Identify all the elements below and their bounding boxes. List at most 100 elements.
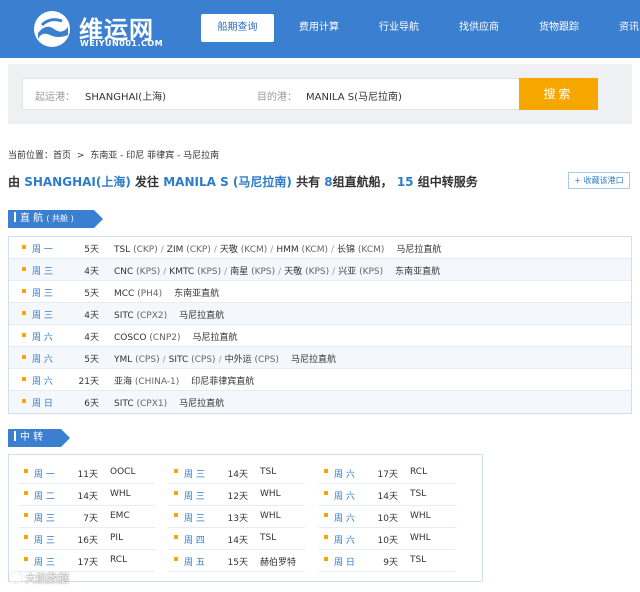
carrier-name[interactable]: WHL xyxy=(260,511,281,521)
transit-time: 11天 xyxy=(77,470,98,480)
carrier-name[interactable]: WHL xyxy=(410,511,431,521)
direct-row[interactable]: 周 三 5天 MCC (PH4) 东南亚直航 xyxy=(9,281,631,303)
search-button[interactable]: 搜索 xyxy=(519,78,598,110)
carrier-name[interactable]: MCC xyxy=(114,289,137,299)
transfer-item[interactable]: 周 一 11天 OOCL xyxy=(19,462,155,484)
nav-cost-calc[interactable]: 费用计算 xyxy=(299,14,339,42)
carrier-name[interactable]: 天敬 xyxy=(220,245,241,255)
carrier-name[interactable]: TSL xyxy=(410,489,426,499)
direct-count: 8 xyxy=(324,175,333,189)
carrier-name[interactable]: WHL xyxy=(260,489,281,499)
carrier-name[interactable]: 南星 xyxy=(230,267,251,277)
transfer-label: 中 转 xyxy=(20,432,44,443)
carrier-name[interactable]: YML xyxy=(114,355,135,365)
direct-row[interactable]: 周 日 6天 SITC (CPX1) 马尼拉直航 xyxy=(9,391,631,413)
carrier-name[interactable]: TSL xyxy=(260,533,276,543)
service-type: 东南亚直航 xyxy=(395,267,441,277)
transfer-item[interactable]: 周 三 17天 RCL xyxy=(19,550,155,572)
sailing-day: 周 二 xyxy=(34,492,55,502)
service-code: (KPS) xyxy=(136,267,161,277)
transit-time: 10天 xyxy=(377,514,398,524)
carrier-name[interactable]: SITC xyxy=(114,399,136,409)
direct-row[interactable]: 周 三 4天 SITC (CPX2) 马尼拉直航 xyxy=(9,303,631,325)
transit-time: 14天 xyxy=(227,470,248,480)
carrier-name[interactable]: HMM xyxy=(276,245,301,255)
carrier-name[interactable]: RCL xyxy=(110,555,127,565)
direct-row[interactable]: 周 三 4天 CNC (KPS) / KMTC (KPS) / 南星 (KPS) / 天敬 (K… xyxy=(9,259,631,281)
sailing-day: 周 一 xyxy=(34,470,55,480)
bullet-icon xyxy=(324,491,328,495)
summary-origin: SHANGHAI(上海) xyxy=(24,175,131,189)
service-code: (CNP2) xyxy=(149,333,181,343)
site-logo[interactable]: 维运网 WEIYUN001.COM xyxy=(32,9,182,51)
carrier-name[interactable]: WHL xyxy=(110,489,131,499)
breadcrumb-home[interactable]: 当前位置：首页 xyxy=(8,151,71,161)
transfer-item[interactable]: 周 三 7天 EMC xyxy=(19,506,155,528)
bullet-icon xyxy=(174,491,178,495)
transfer-item[interactable]: 周 三 12天 WHL xyxy=(169,484,305,506)
bullet-icon xyxy=(22,289,26,293)
bullet-icon xyxy=(24,535,28,539)
transfer-item[interactable]: 周 日 9天 TSL xyxy=(319,550,455,572)
nav-industry-guide[interactable]: 行业导航 xyxy=(379,14,419,42)
transfer-item[interactable]: 周 六 10天 WHL xyxy=(319,528,455,550)
carrier-name[interactable]: SITC xyxy=(114,311,136,321)
carrier-name[interactable]: CNC xyxy=(114,267,136,277)
transfer-item[interactable]: 周 三 14天 TSL xyxy=(169,462,305,484)
transit-time: 4天 xyxy=(84,333,99,343)
carrier-name[interactable]: WHL xyxy=(410,533,431,543)
carrier-name[interactable]: TSL xyxy=(410,555,426,565)
label-bar-icon xyxy=(14,212,16,222)
carrier-name[interactable]: COSCO xyxy=(114,333,149,343)
carrier-name[interactable]: 赫伯罗特 xyxy=(260,555,296,568)
carrier-name[interactable]: ZIM xyxy=(167,245,186,255)
summary-text: 由 xyxy=(8,175,21,189)
carrier-name[interactable]: 长锦 xyxy=(337,245,358,255)
carrier-name[interactable]: EMC xyxy=(110,511,130,521)
carrier-name[interactable]: TSL xyxy=(260,467,276,477)
service-code: (PH4) xyxy=(137,289,163,299)
transfer-item[interactable]: 周 二 14天 WHL xyxy=(19,484,155,506)
transfer-item[interactable]: 周 四 14天 TSL xyxy=(169,528,305,550)
transfer-item[interactable]: 周 六 17天 RCL xyxy=(319,462,455,484)
direct-sublabel: ( 共舱 ) xyxy=(46,214,74,223)
transfer-item[interactable]: 周 六 14天 TSL xyxy=(319,484,455,506)
watermark: 大航数据 xyxy=(9,570,89,588)
nav-cargo-tracking[interactable]: 货物跟踪 xyxy=(539,14,579,42)
bullet-icon xyxy=(22,267,26,271)
carrier-name[interactable]: 中外运 xyxy=(225,355,255,365)
service-code: (KCM) xyxy=(301,245,328,255)
transfer-item[interactable]: 周 六 10天 WHL xyxy=(319,506,455,528)
destination-input[interactable]: MANILA S(马尼拉南) xyxy=(306,88,402,103)
direct-row[interactable]: 周 六 21天 亚海 (CHINA-1) 印尼菲律宾直航 xyxy=(9,369,631,391)
carrier-name[interactable]: OOCL xyxy=(110,467,135,477)
nav-schedule-search[interactable]: 船期查询 xyxy=(201,14,274,42)
nav-news[interactable]: 资讯 xyxy=(619,14,639,42)
carrier-name[interactable]: PIL xyxy=(110,533,123,543)
direct-row[interactable]: 周 六 4天 COSCO (CNP2) 马尼拉直航 xyxy=(9,325,631,347)
direct-schedule-table: 周 一 5天 TSL (CKP) / ZIM (CKP) / 天敬 (KCM) / HMM (K… xyxy=(8,236,632,414)
carrier-name[interactable]: 天敬 xyxy=(284,267,305,277)
route-separator: / xyxy=(330,245,335,255)
bullet-icon xyxy=(22,377,26,381)
favorite-port-button[interactable]: + 收藏该港口 xyxy=(568,172,630,189)
direct-row[interactable]: 周 一 5天 TSL (CKP) / ZIM (CKP) / 天敬 (KCM) / HMM (K… xyxy=(9,237,631,259)
bullet-icon xyxy=(24,491,28,495)
carrier-name[interactable]: RCL xyxy=(410,467,427,477)
transit-time: 17天 xyxy=(77,558,98,568)
breadcrumb-current[interactable]: 东南亚 - 印尼 菲律宾 - 马尼拉南 xyxy=(90,151,219,161)
carrier-name[interactable]: 亚海 xyxy=(114,377,135,387)
logo-mark-icon xyxy=(34,11,70,47)
origin-input[interactable]: SHANGHAI(上海) xyxy=(85,88,166,103)
sailing-day: 周 三 xyxy=(34,558,55,568)
transfer-item[interactable]: 周 五 15天 赫伯罗特 xyxy=(169,550,305,572)
carrier-name[interactable]: SITC xyxy=(169,355,191,365)
carrier-name[interactable]: TSL xyxy=(114,245,133,255)
nav-find-supplier[interactable]: 找供应商 xyxy=(459,14,499,42)
direct-row[interactable]: 周 六 5天 YML (CPS) / SITC (CPS) / 中外运 (CPS) 马尼拉直航 xyxy=(9,347,631,369)
transfer-item[interactable]: 周 三 16天 PIL xyxy=(19,528,155,550)
carrier-name[interactable]: KMTC xyxy=(169,267,197,277)
carrier-name[interactable]: 兴亚 xyxy=(338,267,359,277)
transfer-item[interactable]: 周 三 13天 WHL xyxy=(169,506,305,528)
route-separator: / xyxy=(278,267,282,277)
